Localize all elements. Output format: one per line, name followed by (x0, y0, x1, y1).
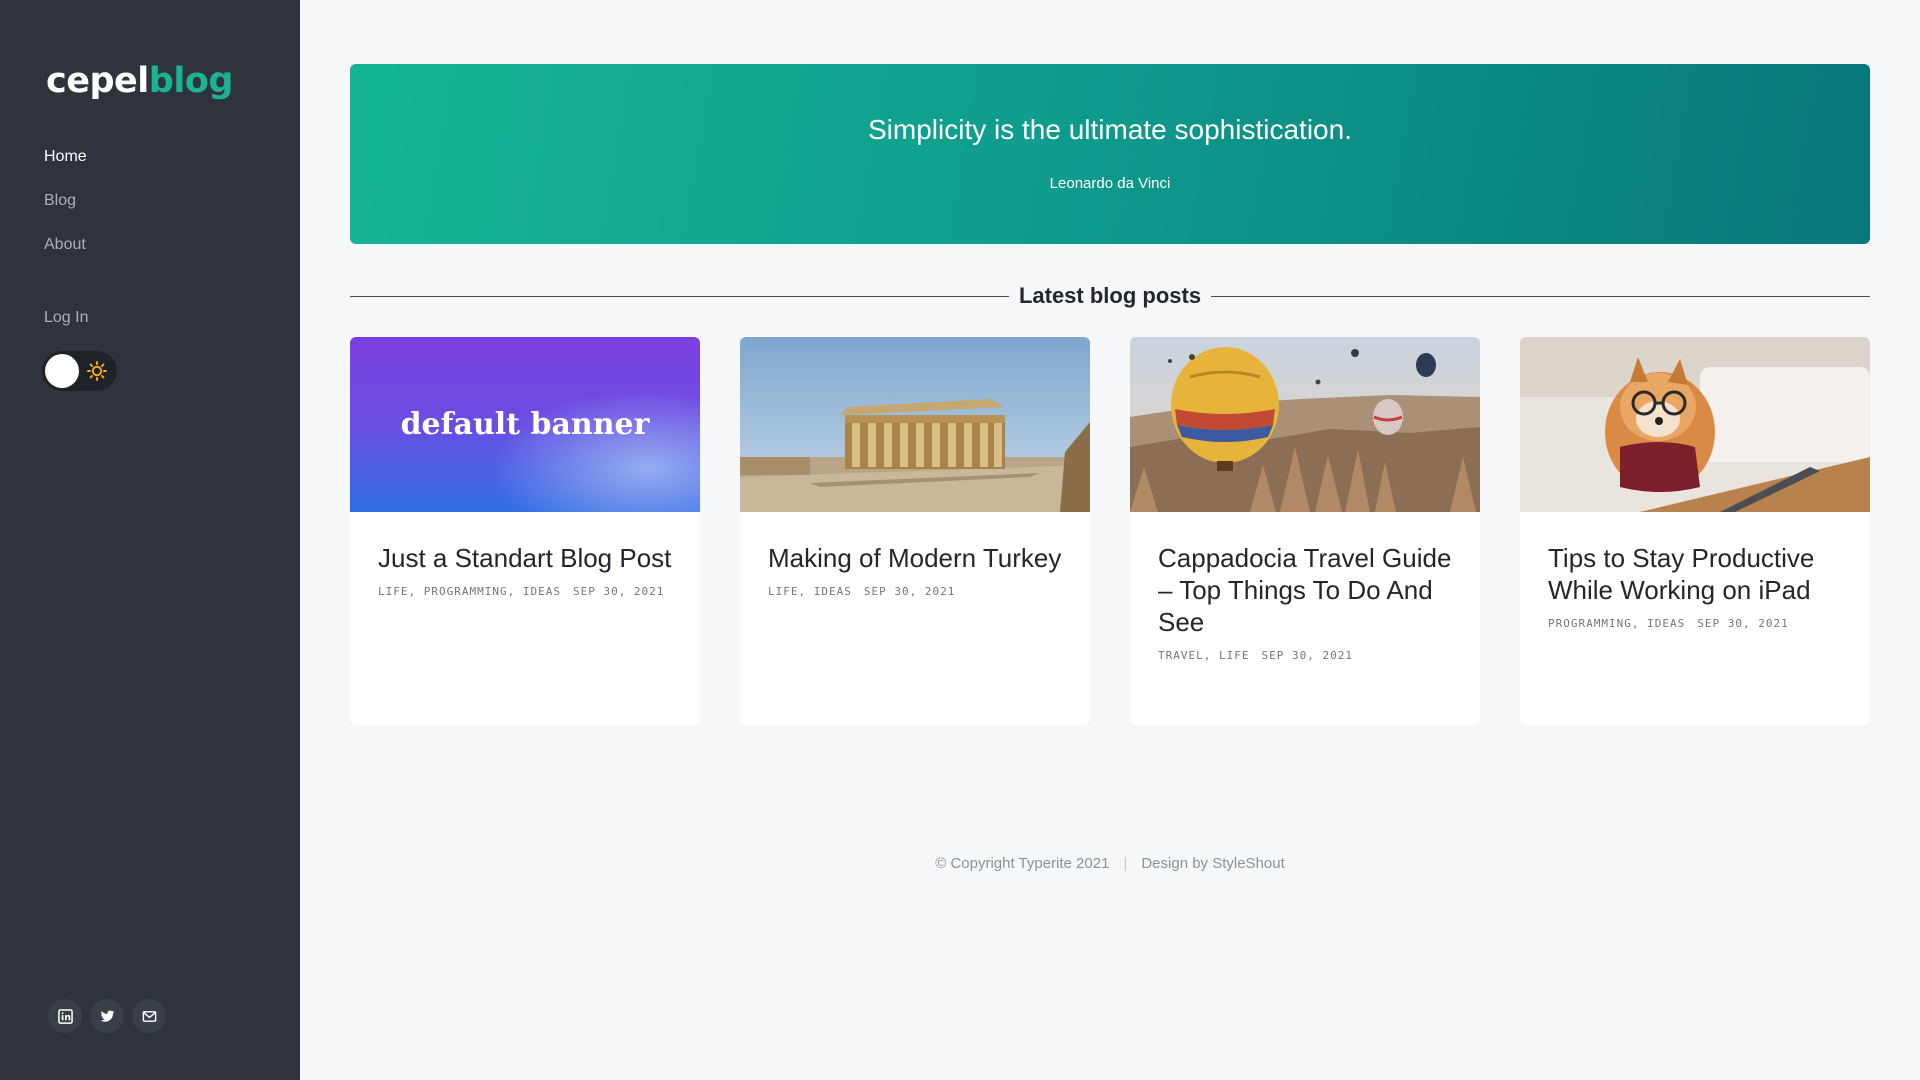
post-date: SEP 30, 2021 (1261, 649, 1353, 662)
post-card[interactable]: default banner Just a Standart Blog Post… (350, 337, 700, 725)
footer-design-credit[interactable]: Design by StyleShout (1141, 855, 1284, 872)
post-thumbnail-dog[interactable] (1520, 337, 1870, 512)
post-categories[interactable]: LIFE, PROGRAMMING, IDEAS (378, 585, 561, 598)
site-logo[interactable]: cepelblog (46, 56, 233, 106)
nav-item-home[interactable]: Home (44, 147, 87, 191)
post-list: default banner Just a Standart Blog Post… (350, 337, 1870, 725)
twitter-link[interactable] (90, 999, 124, 1033)
footer-separator: | (1123, 855, 1128, 872)
footer: © Copyright Typerite 2021 | Design by Styl… (350, 855, 1870, 872)
banner-text: default banner (400, 407, 650, 442)
post-title[interactable]: Tips to Stay Productive While Working on… (1548, 542, 1842, 606)
nav-item-blog[interactable]: Blog (44, 191, 87, 235)
main-nav: Home Blog About (44, 147, 87, 279)
main-content: Simplicity is the ultimate sophisticatio… (350, 0, 1870, 1080)
post-categories[interactable]: PROGRAMMING, IDEAS (1548, 617, 1685, 630)
post-card[interactable]: Making of Modern Turkey LIFE, IDEAS SEP 3… (740, 337, 1090, 725)
email-link[interactable] (132, 999, 166, 1033)
sun-icon (87, 361, 107, 381)
post-card[interactable]: Tips to Stay Productive While Working on… (1520, 337, 1870, 725)
linkedin-link[interactable] (48, 999, 82, 1033)
section-heading: Latest blog posts (350, 281, 1870, 311)
post-date: SEP 30, 2021 (1697, 617, 1789, 630)
hero-author: Leonardo da Vinci (1049, 175, 1171, 192)
login-link[interactable]: Log In (44, 308, 88, 328)
post-meta: TRAVEL, LIFE SEP 30, 2021 (1158, 649, 1452, 663)
linkedin-icon (57, 1008, 73, 1024)
post-categories[interactable]: LIFE, IDEAS (768, 585, 852, 598)
post-title[interactable]: Just a Standart Blog Post (378, 542, 672, 574)
post-thumbnail-balloons[interactable] (1130, 337, 1480, 512)
divider-left (350, 295, 1009, 297)
twitter-icon (100, 1010, 114, 1022)
post-title[interactable]: Cappadocia Travel Guide – Top Things To … (1158, 542, 1452, 638)
post-date: SEP 30, 2021 (572, 585, 665, 598)
theme-toggle[interactable] (42, 351, 117, 391)
section-title: Latest blog posts (1018, 283, 1202, 308)
logo-part-1: cepel (46, 61, 149, 101)
post-categories[interactable]: TRAVEL, LIFE (1158, 649, 1249, 662)
logo-part-2: blog (148, 61, 234, 101)
mail-icon (142, 1010, 156, 1022)
post-title[interactable]: Making of Modern Turkey (768, 542, 1062, 574)
post-thumbnail-mausoleum[interactable] (740, 337, 1090, 512)
nav-item-about[interactable]: About (44, 235, 87, 279)
post-meta: LIFE, IDEAS SEP 30, 2021 (768, 585, 1062, 599)
social-links (48, 999, 166, 1033)
post-meta: LIFE, PROGRAMMING, IDEAS SEP 30, 2021 (378, 585, 672, 599)
post-meta: PROGRAMMING, IDEAS SEP 30, 2021 (1548, 617, 1842, 631)
toggle-knob (45, 354, 79, 388)
post-card[interactable]: Cappadocia Travel Guide – Top Things To … (1130, 337, 1480, 725)
post-date: SEP 30, 2021 (863, 585, 956, 598)
post-thumbnail-default-banner[interactable]: default banner (350, 337, 700, 512)
quote-hero: Simplicity is the ultimate sophisticatio… (350, 64, 1870, 244)
footer-copyright: © Copyright Typerite 2021 (935, 855, 1110, 872)
sidebar: cepelblog Home Blog About Log In (0, 0, 300, 1080)
hero-quote: Simplicity is the ultimate sophisticatio… (868, 114, 1352, 145)
divider-right (1211, 295, 1870, 297)
